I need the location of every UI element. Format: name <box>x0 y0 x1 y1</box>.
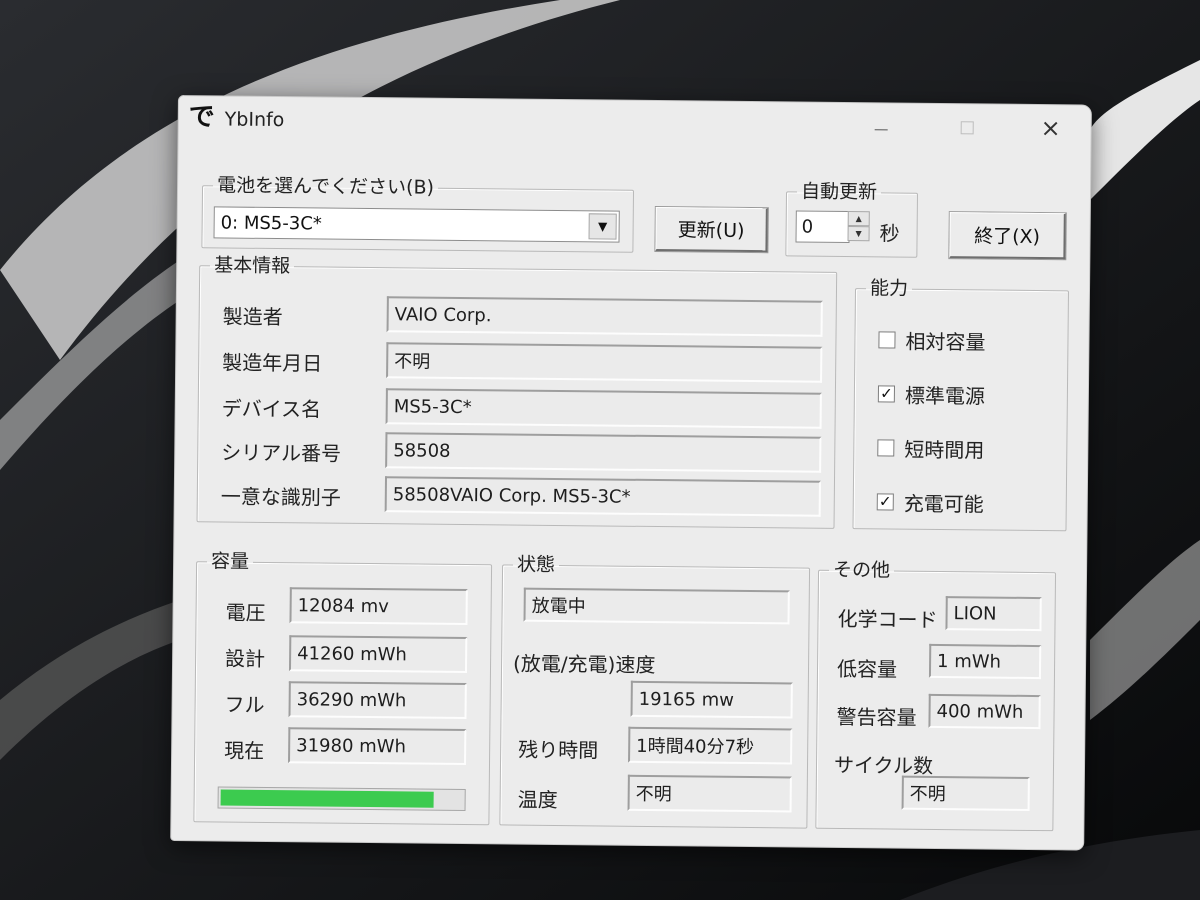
manufacturer-field: VAIO Corp. <box>386 296 823 337</box>
warning-capacity-label: 警告容量 <box>836 704 917 730</box>
voltage-field: 12084 mv <box>289 587 468 626</box>
unique-id-field: 58508VAIO Corp. MS5-3C* <box>384 476 821 517</box>
unique-id-label: 一意な識別子 <box>220 484 341 510</box>
capacity-progress-bar <box>217 786 466 812</box>
capability-legend: 能力 <box>869 277 909 300</box>
serial-number-label: シリアル番号 <box>221 440 342 466</box>
auto-update-spinner[interactable]: ▲ ▼ <box>847 211 870 242</box>
status-field: 放電中 <box>523 587 790 625</box>
full-capacity-label: フル <box>224 692 265 717</box>
manufacturer-label: 製造者 <box>222 304 283 330</box>
design-capacity-label: 設計 <box>224 646 266 671</box>
rechargeable-checkbox[interactable]: ✓ 充電可能 <box>876 487 984 517</box>
maximize-button[interactable] <box>941 110 993 145</box>
battery-select-value: 0: MS5-3C* <box>220 211 322 235</box>
chevron-down-icon[interactable]: ▼ <box>588 213 617 240</box>
auto-update-unit: 秒 <box>879 221 900 246</box>
rate-label: (放電/充電)速度 <box>512 651 656 678</box>
capacity-legend: 容量 <box>211 550 250 573</box>
checkmark-icon[interactable]: ✓ <box>877 384 895 403</box>
chemistry-code-label: 化学コード <box>837 606 938 632</box>
spin-down-icon[interactable]: ▼ <box>847 226 870 242</box>
battery-select-legend: 電池を選んでください(B) <box>216 174 435 199</box>
manufacture-date-field: 不明 <box>386 342 823 383</box>
maximize-icon <box>960 120 974 134</box>
chemistry-code-field: LION <box>945 596 1042 632</box>
low-capacity-field: 1 mWh <box>928 643 1042 680</box>
ybinfo-window: で YbInfo × 電池を選んでください(B) 0: MS5-3C* ▼ 更新… <box>170 95 1092 851</box>
voltage-label: 電圧 <box>225 600 266 625</box>
auto-update-legend: 自動更新 <box>800 180 878 204</box>
exit-button[interactable]: 終了(X) <box>949 212 1066 260</box>
device-name-label: デバイス名 <box>221 396 322 422</box>
warning-capacity-field: 400 mWh <box>928 693 1041 730</box>
low-capacity-label: 低容量 <box>836 656 898 682</box>
battery-select-dropdown[interactable]: 0: MS5-3C* ▼ <box>213 206 620 243</box>
checkmark-icon[interactable]: ✓ <box>876 492 894 511</box>
other-legend: その他 <box>832 558 891 582</box>
app-icon: で <box>188 102 215 133</box>
short-term-label: 短時間用 <box>904 437 985 463</box>
short-term-checkbox[interactable]: 短時間用 <box>877 433 984 463</box>
rechargeable-label: 充電可能 <box>903 491 984 517</box>
basic-info-legend: 基本情報 <box>214 254 291 278</box>
current-capacity-field: 31980 mWh <box>288 727 467 766</box>
title-bar[interactable]: で YbInfo × <box>179 96 1091 152</box>
checkbox-icon[interactable] <box>878 331 896 349</box>
relative-capacity-checkbox[interactable]: 相対容量 <box>878 325 986 355</box>
full-capacity-field: 36290 mWh <box>288 681 467 720</box>
temperature-field: 不明 <box>627 774 792 813</box>
standard-power-label: 標準電源 <box>904 383 986 409</box>
design-capacity-field: 41260 mWh <box>288 635 468 674</box>
cycle-count-label: サイクル数 <box>833 752 934 778</box>
close-button[interactable]: × <box>1025 111 1077 146</box>
remaining-time-field: 1時間40分7秒 <box>628 726 793 765</box>
window-title: YbInfo <box>224 108 285 132</box>
device-name-field: MS5-3C* <box>385 388 822 429</box>
rate-field: 19165 mw <box>630 680 793 719</box>
current-capacity-label: 現在 <box>224 738 265 763</box>
serial-number-field: 58508 <box>385 432 822 473</box>
cycle-count-field: 不明 <box>901 775 1030 811</box>
refresh-button[interactable]: 更新(U) <box>655 207 768 253</box>
capacity-progress-fill <box>220 789 434 808</box>
remaining-time-label: 残り時間 <box>518 737 599 763</box>
minimize-button[interactable] <box>855 109 907 144</box>
minimize-icon <box>874 128 888 130</box>
standard-power-checkbox[interactable]: ✓ 標準電源 <box>877 379 986 409</box>
manufacture-date-label: 製造年月日 <box>222 350 323 376</box>
status-legend: 状態 <box>516 553 556 576</box>
close-icon: × <box>1040 114 1061 143</box>
temperature-label: 温度 <box>517 787 558 813</box>
auto-update-input[interactable]: 0 <box>795 210 850 244</box>
spin-up-icon[interactable]: ▲ <box>847 211 870 227</box>
checkbox-icon[interactable] <box>877 439 895 457</box>
relative-capacity-label: 相対容量 <box>905 329 986 355</box>
